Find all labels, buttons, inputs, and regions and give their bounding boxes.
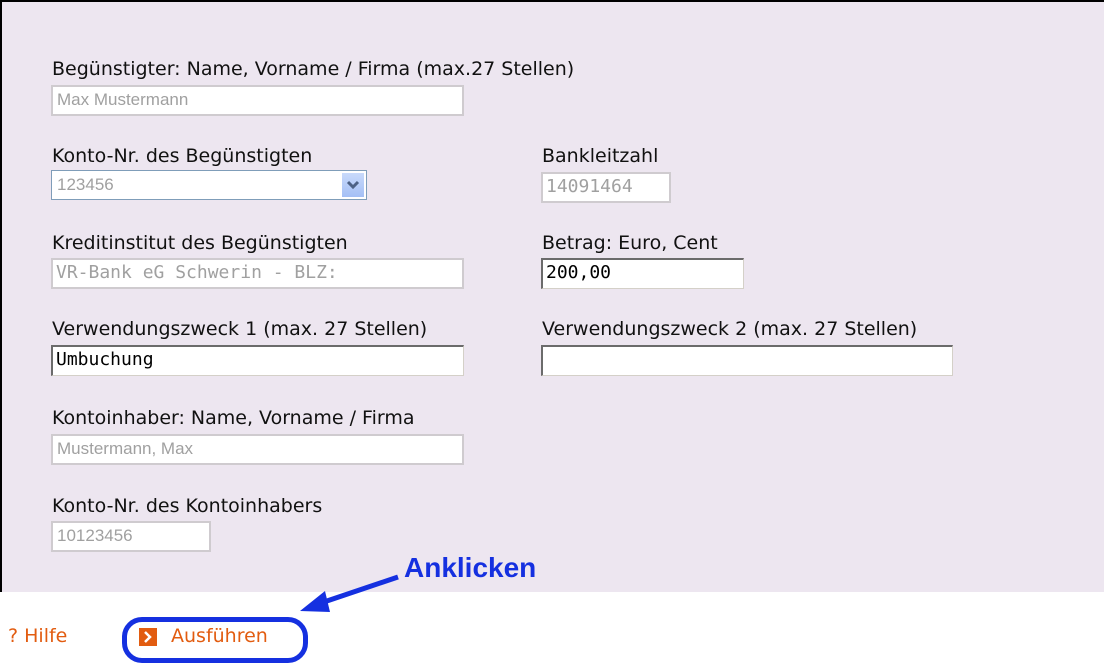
callout-arrow [300, 574, 399, 612]
